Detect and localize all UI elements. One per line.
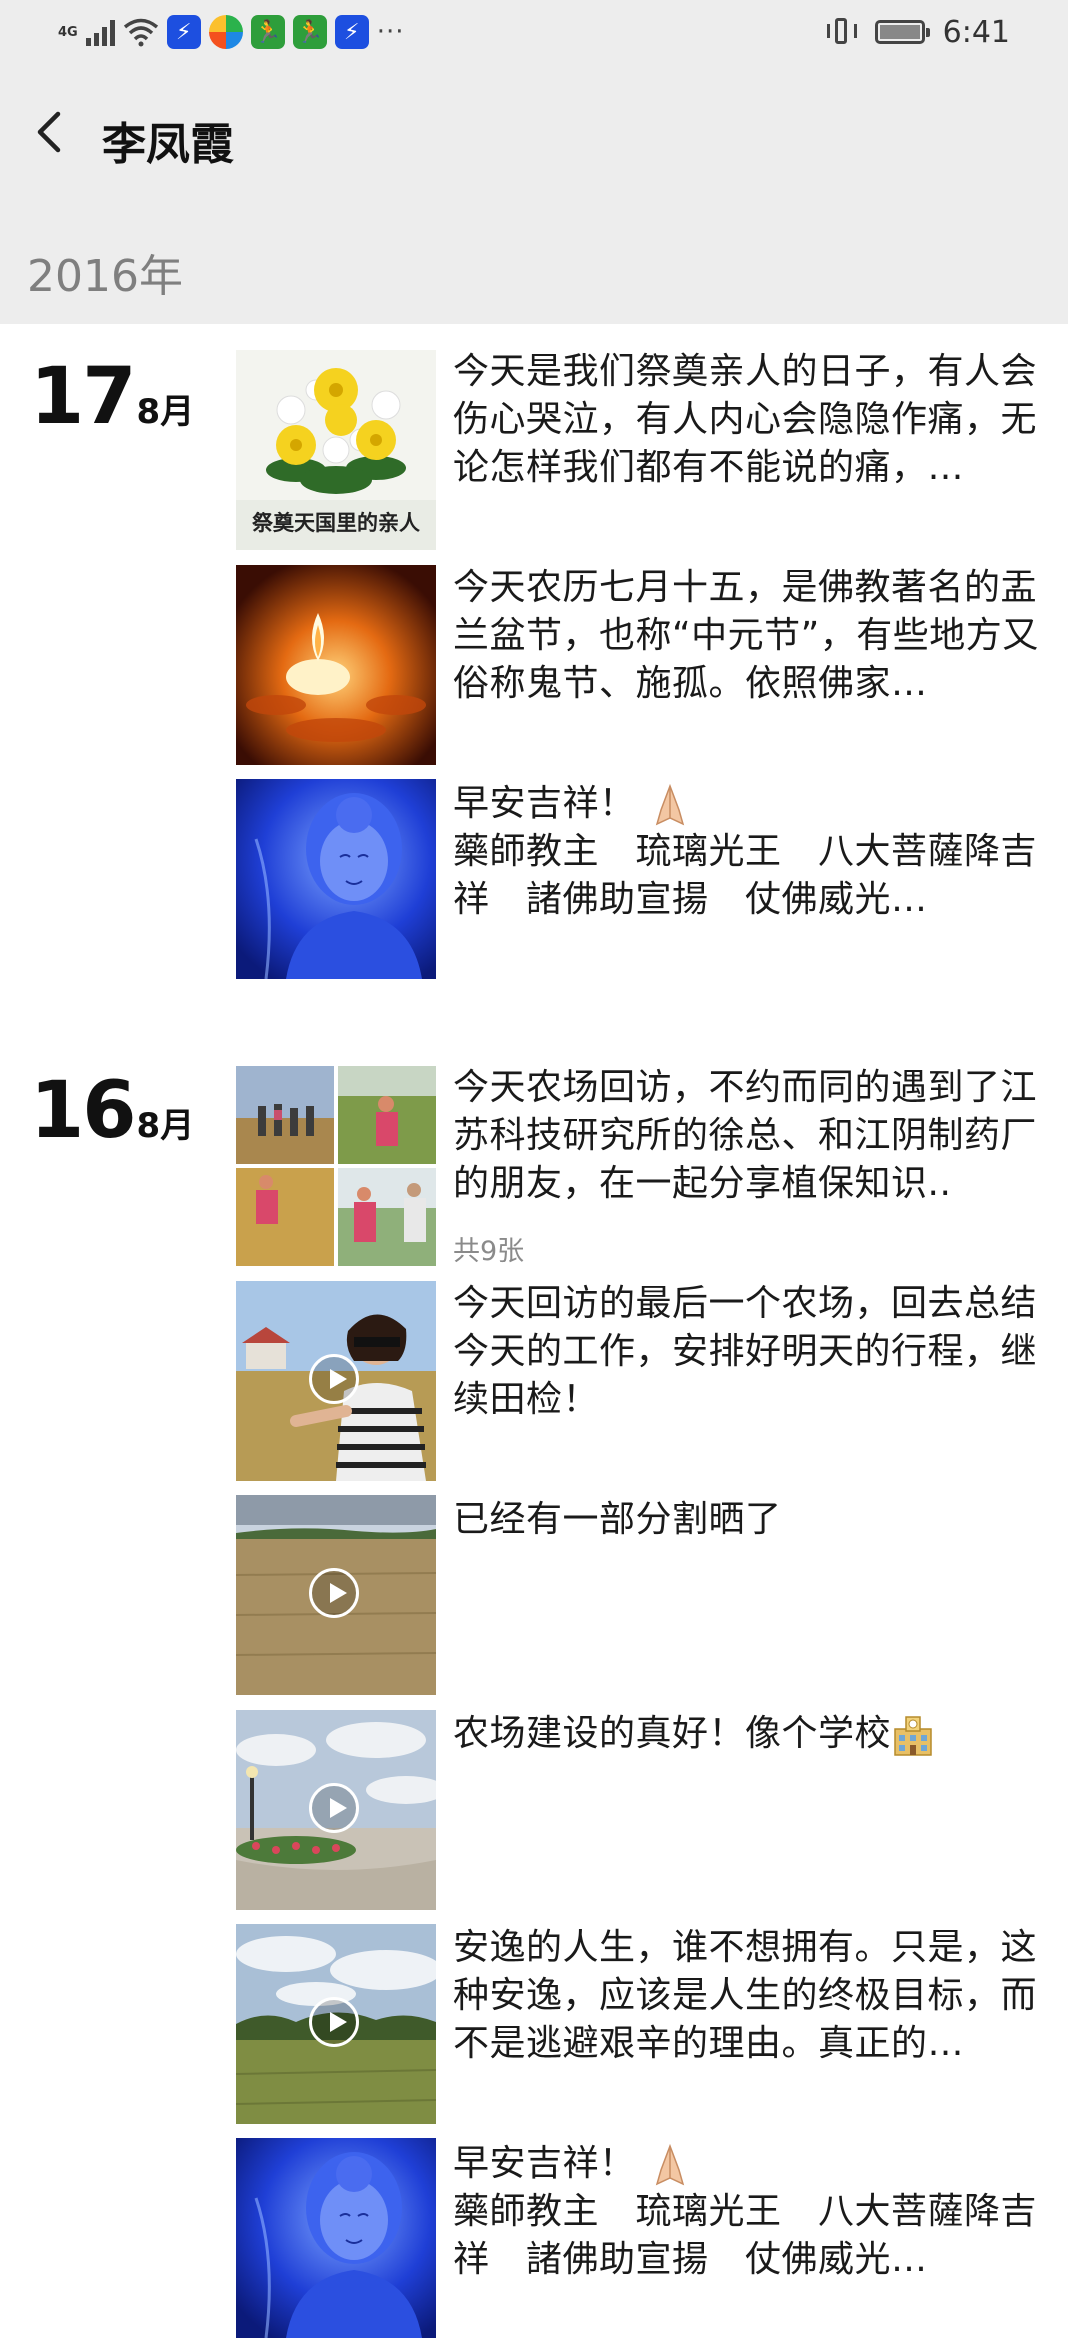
post-text[interactable]: 今天是我们祭奠亲人的日子，有人会伤心哭泣，有人内心会隐隐作痛，无论怎样我们都有不… [453, 348, 1043, 492]
month-label: 8月 [136, 1106, 195, 1146]
folded-hands-icon [656, 783, 685, 826]
memorial-flowers-image: 祭奠天国里的亲人 [236, 350, 436, 550]
day-number: 17 [30, 352, 137, 442]
photo-grid-image [236, 1066, 436, 1266]
thumbnail-caption: 祭奠天国里的亲人 [251, 511, 420, 535]
flash-app-icon: ⚡ [166, 15, 201, 49]
wifi-icon [123, 18, 158, 47]
post-text[interactable]: 安逸的人生，谁不想拥有。只是，这种安逸，应该是人生的终极目标，而不是逃避艰辛的理… [453, 1924, 1043, 2068]
clock: 6:41 [942, 14, 1010, 50]
post-text-line1: 早安吉祥！ [453, 2143, 636, 2184]
post-thumbnail-video[interactable] [236, 1924, 436, 2124]
status-bar: 4G ⚡ 🏃 🏃 ⚡ ··· 6:41 [0, 0, 1068, 64]
school-icon [894, 1716, 932, 1756]
post-text-line: 农场建设的真好！像个学校 [453, 1713, 892, 1754]
post-text[interactable]: 农场建设的真好！像个学校 [453, 1710, 1043, 1758]
vibrate-icon [826, 16, 857, 48]
status-left: 4G ⚡ 🏃 🏃 ⚡ ··· [58, 14, 405, 50]
post-thumbnail[interactable]: 祭奠天国里的亲人 [236, 350, 436, 550]
battery-icon [874, 20, 930, 44]
play-icon [309, 1568, 359, 1618]
back-arrow-icon[interactable] [28, 102, 74, 162]
post-text[interactable]: 早安吉祥！ 藥師教主 琉璃光王 八大菩薩降吉祥 諸佛助宣揚 仗佛威光… [453, 780, 1043, 924]
post-thumbnail-video[interactable] [236, 1710, 436, 1910]
running-app-icon-2: 🏃 [292, 15, 327, 49]
buddha-image [236, 779, 436, 979]
month-label: 8月 [136, 392, 195, 432]
buddha-image [236, 2138, 436, 2338]
flash-app-icon-2: ⚡ [334, 15, 369, 49]
more-notifications-icon: ··· [376, 17, 405, 47]
post-text-line2: 藥師教主 琉璃光王 八大菩薩降吉祥 諸佛助宣揚 仗佛威光… [453, 831, 1038, 920]
network-type: 4G [58, 24, 78, 40]
day-number: 16 [30, 1066, 137, 1156]
post-thumbnail[interactable] [236, 565, 436, 765]
post-thumbnail-video[interactable] [236, 1281, 436, 1481]
post-text-line1: 早安吉祥！ [453, 783, 636, 824]
signal-icon [85, 18, 115, 46]
post-text[interactable]: 已经有一部分割晒了 [453, 1496, 1043, 1544]
play-icon [309, 1783, 359, 1833]
date-label: 178月 [30, 352, 194, 442]
post-text[interactable]: 早安吉祥！ 藥師教主 琉璃光王 八大菩薩降吉祥 諸佛助宣揚 仗佛威光… [453, 2140, 1043, 2284]
play-icon [309, 1997, 359, 2047]
pinwheel-app-icon [208, 15, 243, 49]
photo-count: 共9张 [453, 1236, 525, 1267]
post-text-line2: 藥師教主 琉璃光王 八大菩薩降吉祥 諸佛助宣揚 仗佛威光… [453, 2191, 1038, 2280]
page-title: 李凤霞 [102, 119, 234, 170]
post-text[interactable]: 今天农历七月十五，是佛教著名的盂兰盆节，也称“中元节”，有些地方又俗称鬼节、施孤… [453, 564, 1043, 708]
post-thumbnail[interactable] [236, 779, 436, 979]
post-text[interactable]: 今天回访的最后一个农场，回去总结今天的工作，安排好明天的行程，继续田检！ [453, 1280, 1043, 1424]
post-text[interactable]: 今天农场回访，不约而同的遇到了江苏科技研究所的徐总、和江阴制药厂的朋友，在一起分… [453, 1064, 1043, 1208]
date-label: 168月 [30, 1066, 194, 1156]
post-thumbnail-video[interactable] [236, 1495, 436, 1695]
nav-header: 李凤霞 [0, 64, 1068, 208]
running-app-icon: 🏃 [250, 15, 285, 49]
post-thumbnail[interactable] [236, 2138, 436, 2338]
candle-image [236, 565, 436, 765]
folded-hands-icon [656, 2143, 685, 2186]
post-thumbnail-grid[interactable] [236, 1066, 436, 1266]
year-label: 2016年 [27, 251, 183, 302]
status-right: 6:41 [826, 12, 1010, 52]
play-icon [309, 1354, 359, 1404]
